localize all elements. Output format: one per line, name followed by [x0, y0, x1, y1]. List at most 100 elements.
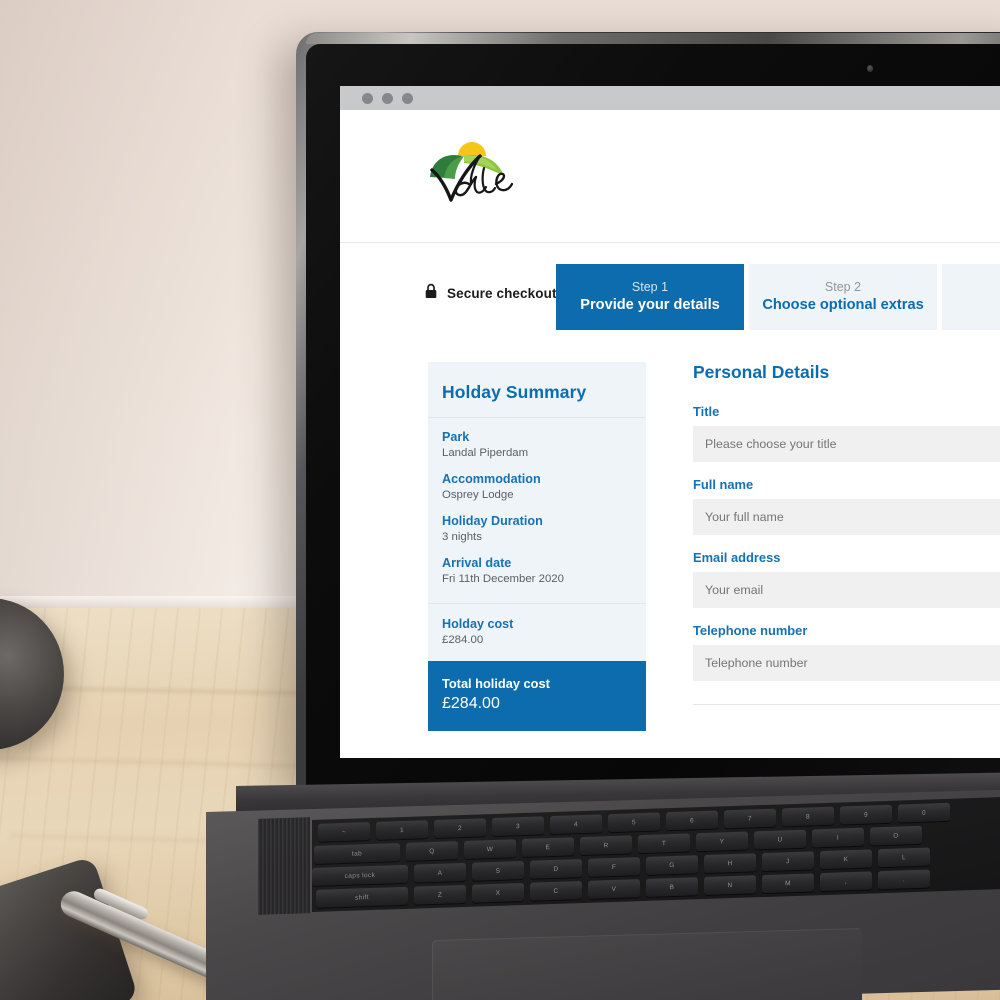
keyboard-key[interactable]: A: [414, 862, 466, 883]
keyboard-key[interactable]: tab: [314, 843, 400, 864]
keyboard-key[interactable]: 9: [840, 804, 892, 825]
summary-item-park: Park Landal Piperdam: [442, 430, 632, 459]
keyboard-key[interactable]: 7: [724, 808, 776, 829]
keyboard-key[interactable]: Y: [696, 831, 748, 852]
keyboard-key[interactable]: shift: [316, 886, 408, 908]
keyboard-key[interactable]: 8: [782, 806, 834, 827]
wall-shadow: [0, 0, 340, 612]
keyboard-key[interactable]: L: [878, 847, 930, 868]
keyboard-key[interactable]: D: [530, 859, 582, 879]
window-close-button[interactable]: [362, 92, 373, 104]
keyboard-key[interactable]: 1: [376, 820, 428, 840]
keyboard-key[interactable]: caps lock: [312, 864, 408, 886]
browser-viewport: Secure checkout Step 1 Provide your deta…: [340, 86, 1000, 758]
keyboard-key[interactable]: W: [464, 839, 516, 859]
holiday-cost-label: Holday cost: [442, 617, 514, 631]
keyboard-key[interactable]: Z: [414, 884, 466, 905]
secure-checkout-label: Secure checkout: [447, 286, 557, 301]
keyboard-key[interactable]: ~: [318, 822, 370, 842]
keyboard-key[interactable]: U: [754, 829, 806, 850]
keyboard-key[interactable]: V: [588, 879, 640, 899]
keyboard-key[interactable]: 3: [492, 816, 544, 837]
window-maximize-button[interactable]: [402, 92, 413, 104]
checkout-content: Holday Summary Park Landal Piperdam Acco…: [340, 362, 1000, 731]
keyboard-key[interactable]: .: [878, 869, 930, 890]
step-1-title: Provide your details: [580, 296, 720, 313]
keyboard-key[interactable]: K: [820, 849, 872, 870]
title-select[interactable]: [693, 426, 1000, 462]
summary-items: Park Landal Piperdam Accommodation Ospre…: [428, 418, 646, 603]
field-label-telephone: Telephone number: [693, 623, 808, 638]
keyboard-key[interactable]: C: [530, 881, 582, 901]
field-telephone: Telephone number: [693, 623, 1000, 681]
summary-item-duration: Holiday Duration 3 nights: [442, 514, 632, 543]
laptop-speaker-left: [258, 817, 310, 915]
field-full-name: Full name: [693, 477, 1000, 535]
form-section-divider: [693, 704, 1000, 705]
field-label-email: Email address: [693, 550, 781, 565]
checkout-steps-row: Secure checkout Step 1 Provide your deta…: [340, 244, 1000, 340]
telephone-input[interactable]: [693, 645, 1000, 681]
keyboard-key[interactable]: Q: [406, 841, 458, 861]
keyboard-key[interactable]: E: [522, 837, 574, 858]
vale-logo[interactable]: [424, 132, 528, 204]
laptop-lid-top-edge: [306, 33, 1000, 44]
keyboard-key[interactable]: J: [762, 851, 814, 872]
keyboard-key[interactable]: H: [704, 853, 756, 873]
web-page: Secure checkout Step 1 Provide your deta…: [340, 110, 1000, 758]
full-name-input[interactable]: [693, 499, 1000, 535]
tab-step-1[interactable]: Step 1 Provide your details: [556, 264, 744, 330]
summary-label: Holiday Duration: [442, 514, 543, 528]
summary-item-arrival-date: Arrival date Fri 11th December 2020: [442, 556, 632, 585]
step-1-number: Step 1: [631, 279, 669, 294]
field-label-title: Title: [693, 404, 720, 419]
summary-value: 3 nights: [442, 531, 482, 543]
step-2-title: Choose optional extras: [762, 296, 924, 313]
keyboard-key[interactable]: 0: [898, 802, 950, 823]
browser-titlebar: [340, 86, 1000, 110]
keyboard-key[interactable]: 5: [608, 812, 660, 833]
tab-step-2[interactable]: Step 2 Choose optional extras: [749, 264, 937, 330]
site-header: [340, 110, 1000, 243]
photo-scene: Secure checkout Step 1 Provide your deta…: [0, 0, 1000, 1000]
keyboard-key[interactable]: O: [870, 825, 922, 846]
keyboard-key[interactable]: N: [704, 875, 756, 895]
keyboard-key[interactable]: B: [646, 877, 698, 897]
laptop-trackpad[interactable]: [432, 927, 862, 1000]
personal-details-form: Personal Details Title Full name Email a…: [693, 362, 1000, 731]
summary-total-cost: Total holiday cost £284.00: [428, 661, 646, 731]
form-title: Personal Details: [693, 362, 830, 382]
keyboard-key[interactable]: M: [762, 873, 814, 894]
step-tabs: Step 1 Provide your details Step 2 Choos…: [556, 264, 1000, 330]
keyboard-key[interactable]: 6: [666, 810, 718, 831]
keyboard-key[interactable]: R: [580, 835, 632, 856]
summary-label: Accommodation: [442, 472, 541, 486]
summary-item-accommodation: Accommodation Osprey Lodge: [442, 472, 632, 501]
padlock-icon: [424, 283, 438, 304]
step-2-number: Step 2: [824, 279, 862, 294]
keyboard-key[interactable]: 4: [550, 814, 602, 835]
summary-value: Fri 11th December 2020: [442, 573, 564, 585]
tab-step-3-cropped[interactable]: [942, 264, 1000, 330]
keyboard-key[interactable]: T: [638, 833, 690, 854]
secure-checkout-indicator: Secure checkout: [424, 283, 557, 304]
summary-header: Holday Summary: [428, 362, 646, 418]
holiday-summary-panel: Holday Summary Park Landal Piperdam Acco…: [428, 362, 646, 731]
email-input[interactable]: [693, 572, 1000, 608]
keyboard-key[interactable]: ,: [820, 871, 872, 892]
summary-title: Holday Summary: [442, 382, 587, 402]
total-cost-value: £284.00: [442, 695, 500, 712]
keyboard-key[interactable]: X: [472, 882, 524, 903]
keyboard-key[interactable]: G: [646, 855, 698, 875]
keyboard-key[interactable]: F: [588, 857, 640, 877]
window-minimize-button[interactable]: [382, 92, 393, 104]
summary-label: Park: [442, 430, 470, 444]
webcam-icon: [867, 65, 873, 72]
keyboard-key[interactable]: S: [472, 860, 524, 881]
field-label-full-name: Full name: [693, 477, 754, 492]
keyboard-key[interactable]: 2: [434, 818, 486, 838]
field-email: Email address: [693, 550, 1000, 608]
summary-value: Osprey Lodge: [442, 489, 514, 501]
keyboard-key[interactable]: I: [812, 827, 864, 848]
total-cost-label: Total holiday cost: [442, 676, 550, 691]
